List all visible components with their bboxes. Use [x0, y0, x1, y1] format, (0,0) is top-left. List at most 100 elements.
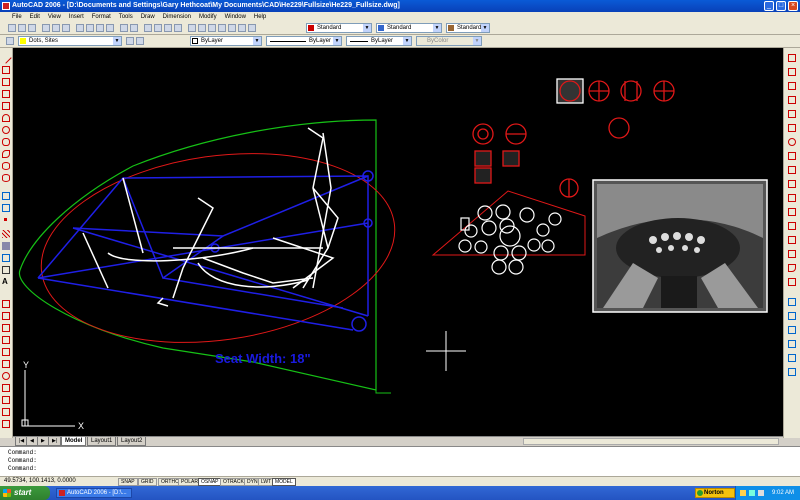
- rectangle-icon[interactable]: [2, 102, 10, 110]
- arc-icon[interactable]: [2, 114, 10, 122]
- stretch-icon[interactable]: [788, 166, 796, 174]
- break-icon[interactable]: [788, 222, 796, 230]
- layer-combo[interactable]: Dots, Sites ▼: [18, 36, 122, 46]
- command-prompt[interactable]: Command:: [8, 465, 792, 473]
- minimize-button[interactable]: _: [764, 1, 774, 11]
- revision-cloud-icon[interactable]: [2, 138, 10, 146]
- tab-model[interactable]: Model: [61, 437, 87, 446]
- zoom-previous-icon[interactable]: [174, 24, 182, 32]
- array-icon[interactable]: [788, 110, 796, 118]
- chamfer-icon[interactable]: [788, 250, 796, 258]
- zoom-window-icon[interactable]: [164, 24, 172, 32]
- make-object-layer-current-icon[interactable]: [126, 37, 134, 45]
- inquiry-icon[interactable]: [788, 326, 796, 334]
- object-snap-icon[interactable]: [788, 298, 796, 306]
- coordinate-readout[interactable]: 49.5734, 100.1413, 0.0000: [4, 477, 76, 486]
- rotate-icon[interactable]: [788, 138, 796, 146]
- start-button[interactable]: start: [0, 486, 50, 500]
- render-icon[interactable]: [788, 368, 796, 376]
- tab-layout1[interactable]: Layout1: [87, 437, 117, 446]
- circle-icon[interactable]: [2, 126, 10, 134]
- break-at-point-icon[interactable]: [788, 208, 796, 216]
- volume-icon[interactable]: [758, 490, 764, 496]
- tab-nav-last[interactable]: ▶|: [48, 437, 62, 446]
- help-icon[interactable]: [248, 24, 256, 32]
- trim-icon[interactable]: [788, 180, 796, 188]
- snap-toggle[interactable]: SNAP: [118, 478, 138, 486]
- make-block-icon[interactable]: [2, 204, 10, 212]
- mirror-icon[interactable]: [2, 324, 10, 332]
- spline-icon[interactable]: [2, 150, 10, 158]
- tray-icon[interactable]: [740, 490, 746, 496]
- copy-icon[interactable]: [86, 24, 94, 32]
- rotate-icon[interactable]: [2, 372, 10, 380]
- mirror-icon[interactable]: [788, 82, 796, 90]
- grid-toggle[interactable]: GRID: [138, 478, 157, 486]
- layer-previous-icon[interactable]: [136, 37, 144, 45]
- close-button[interactable]: ×: [788, 1, 798, 11]
- stretch-icon[interactable]: [2, 396, 10, 404]
- move-icon[interactable]: [788, 124, 796, 132]
- publish-icon[interactable]: [62, 24, 70, 32]
- line-icon[interactable]: [0, 52, 12, 64]
- color-combo[interactable]: ByLayer ▼: [190, 36, 262, 46]
- menu-tools[interactable]: Tools: [119, 14, 133, 20]
- copy-icon[interactable]: [788, 68, 796, 76]
- new-icon[interactable]: [8, 24, 16, 32]
- menu-view[interactable]: View: [48, 14, 61, 20]
- undo-icon[interactable]: [120, 24, 128, 32]
- join-icon[interactable]: [788, 236, 796, 244]
- fillet-icon[interactable]: [788, 264, 796, 272]
- cut-icon[interactable]: [76, 24, 84, 32]
- ellipse-icon[interactable]: [2, 162, 10, 170]
- menu-insert[interactable]: Insert: [69, 14, 84, 20]
- copy-object-icon[interactable]: [2, 312, 10, 320]
- tool-palettes-icon[interactable]: [208, 24, 216, 32]
- region-icon[interactable]: [2, 254, 10, 262]
- dimension-icon[interactable]: [788, 312, 796, 320]
- plot-style-combo[interactable]: ByColor ▼: [416, 36, 482, 46]
- menu-draw[interactable]: Draw: [141, 14, 155, 20]
- linetype-combo[interactable]: ByLayer ▼: [266, 36, 342, 46]
- table-style-combo[interactable]: Standard ▼: [446, 23, 490, 33]
- match-properties-icon[interactable]: [106, 24, 114, 32]
- text-style-combo[interactable]: Standard ▼: [306, 23, 372, 33]
- multiline-text-icon[interactable]: A: [2, 278, 10, 286]
- horizontal-scrollbar[interactable]: [523, 438, 779, 445]
- ucs-icon[interactable]: [788, 340, 796, 348]
- plot-icon[interactable]: [42, 24, 50, 32]
- menu-format[interactable]: Format: [92, 14, 111, 20]
- clock[interactable]: 9:02 AM: [772, 490, 794, 496]
- zoom-realtime-icon[interactable]: [154, 24, 162, 32]
- explode-icon[interactable]: [788, 278, 796, 286]
- markup-icon[interactable]: [228, 24, 236, 32]
- layer-manager-icon[interactable]: [6, 37, 14, 45]
- seat-width-annotation[interactable]: Seat Width: 18": [215, 351, 311, 366]
- erase-icon[interactable]: [2, 300, 10, 308]
- insert-block-icon[interactable]: [2, 192, 10, 200]
- redo-icon[interactable]: [130, 24, 138, 32]
- extend-icon[interactable]: [788, 194, 796, 202]
- sheet-set-icon[interactable]: [218, 24, 226, 32]
- quickcalc-icon[interactable]: [238, 24, 246, 32]
- table-icon[interactable]: [2, 266, 10, 274]
- tab-layout2[interactable]: Layout2: [117, 437, 147, 446]
- point-icon[interactable]: [4, 218, 7, 221]
- menu-modify[interactable]: Modify: [199, 14, 217, 20]
- paste-icon[interactable]: [96, 24, 104, 32]
- construction-line-icon[interactable]: [2, 66, 10, 74]
- command-window[interactable]: Command: Command: Command:: [0, 446, 800, 476]
- hatch-icon[interactable]: [2, 230, 10, 238]
- view-icon[interactable]: [788, 354, 796, 362]
- gradient-icon[interactable]: [2, 242, 10, 250]
- taskbar-item-autocad[interactable]: AutoCAD 2006 - [D:\...: [56, 488, 132, 498]
- polygon-icon[interactable]: [2, 90, 10, 98]
- offset-icon[interactable]: [2, 336, 10, 344]
- otrack-toggle[interactable]: OTRACK: [220, 478, 247, 486]
- scale-icon[interactable]: [2, 384, 10, 392]
- scale-icon[interactable]: [788, 152, 796, 160]
- array-icon[interactable]: [2, 348, 10, 356]
- open-icon[interactable]: [18, 24, 26, 32]
- trim-icon[interactable]: [2, 408, 10, 416]
- menu-window[interactable]: Window: [225, 14, 246, 20]
